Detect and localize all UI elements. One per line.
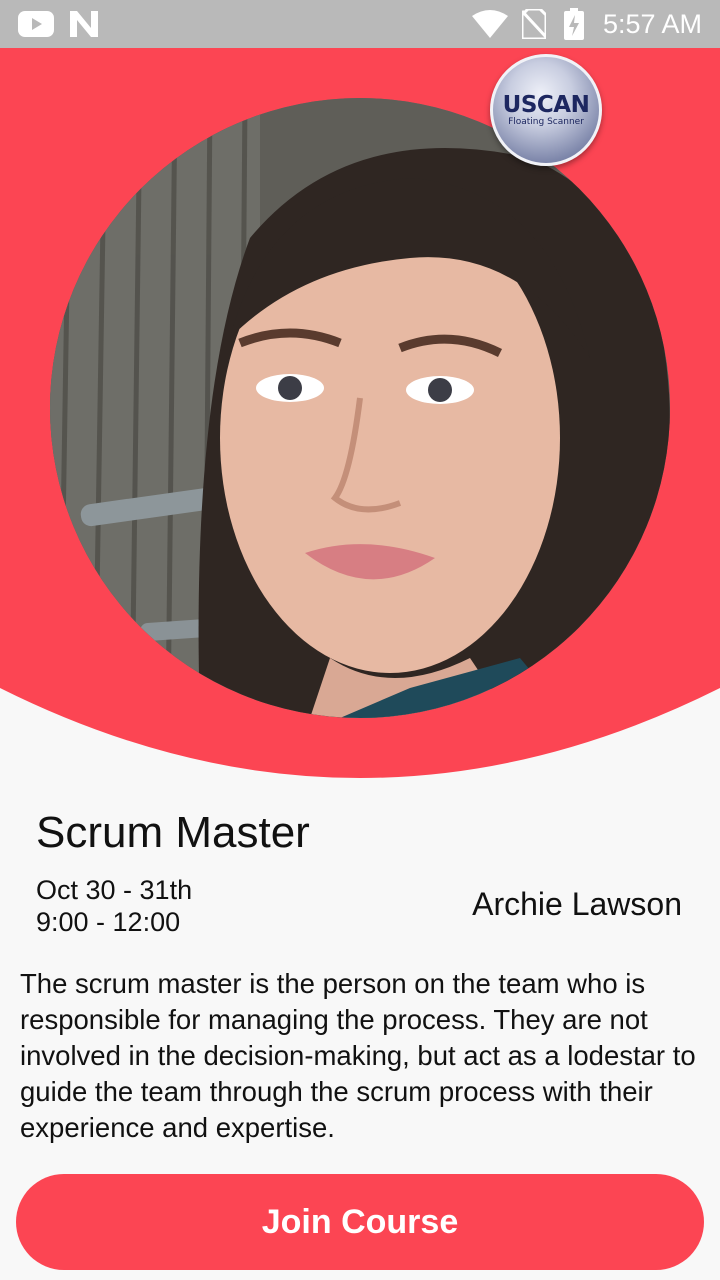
course-schedule: Oct 30 - 31th 9:00 - 12:00 [36,874,192,938]
course-date: Oct 30 - 31th [36,875,193,905]
n-app-icon [70,0,98,48]
instructor-photo [50,98,670,718]
uscan-floating-badge[interactable]: USCAN Floating Scanner [490,54,602,166]
uscan-badge-title: USCAN [502,91,590,118]
uscan-badge-subtitle: Floating Scanner [508,116,584,127]
join-course-button[interactable]: Join Course [16,1174,704,1270]
youtube-icon [18,0,54,48]
course-time: 9:00 - 12:00 [36,907,181,937]
status-time: 5:57 AM [602,8,702,39]
course-description: The scrum master is the person on the te… [20,968,696,1143]
instructor-name: Archie Lawson [472,886,682,922]
course-title: Scrum Master [36,808,310,857]
status-bar: 5:57 AM [0,0,720,48]
no-sim-icon [522,0,546,48]
wifi-icon [472,0,508,48]
battery-charging-icon [564,0,584,48]
